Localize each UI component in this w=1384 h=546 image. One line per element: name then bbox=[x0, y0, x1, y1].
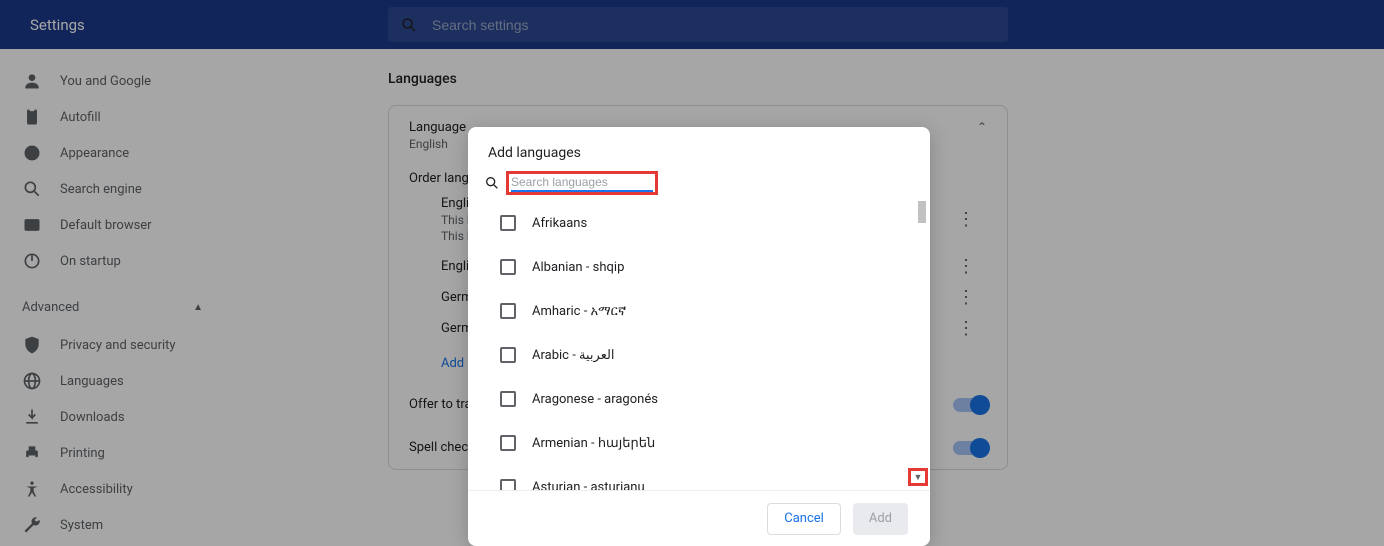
language-option-label: Arabic - العربية bbox=[532, 348, 615, 363]
checkbox[interactable] bbox=[500, 303, 516, 319]
search-icon bbox=[484, 175, 500, 191]
cancel-button[interactable]: Cancel bbox=[767, 503, 841, 535]
checkbox[interactable] bbox=[500, 347, 516, 363]
language-option[interactable]: Asturian - asturianu bbox=[500, 465, 930, 490]
add-languages-dialog: Add languages AfrikaansAlbanian - shqipA… bbox=[468, 127, 930, 546]
dialog-title: Add languages bbox=[468, 127, 930, 171]
language-option-label: Amharic - አማርኛ bbox=[532, 304, 626, 319]
language-option-label: Armenian - հայերեն bbox=[532, 436, 655, 451]
language-option[interactable]: Amharic - አማርኛ bbox=[500, 289, 930, 333]
checkbox[interactable] bbox=[500, 215, 516, 231]
language-option[interactable]: Armenian - հայերեն bbox=[500, 421, 930, 465]
dialog-footer: Cancel Add bbox=[468, 490, 930, 546]
language-option[interactable]: Albanian - shqip bbox=[500, 245, 930, 289]
search-highlight-box bbox=[506, 171, 658, 195]
language-option-label: Asturian - asturianu bbox=[532, 480, 645, 491]
language-option-label: Afrikaans bbox=[532, 216, 587, 231]
language-option[interactable]: Arabic - العربية bbox=[500, 333, 930, 377]
dialog-search-row bbox=[468, 171, 930, 201]
language-option-label: Albanian - shqip bbox=[532, 260, 624, 275]
checkbox[interactable] bbox=[500, 479, 516, 490]
add-button[interactable]: Add bbox=[853, 503, 908, 535]
language-option[interactable]: Aragonese - aragonés bbox=[500, 377, 930, 421]
scroll-thumb[interactable] bbox=[918, 201, 926, 223]
language-option[interactable]: Afrikaans bbox=[500, 201, 930, 245]
checkbox[interactable] bbox=[500, 435, 516, 451]
language-option-label: Aragonese - aragonés bbox=[532, 392, 658, 407]
language-list: Afrikaans Albanian - shqip Amharic - አማርኛ A… bbox=[468, 201, 930, 490]
checkbox[interactable] bbox=[500, 391, 516, 407]
language-search-input[interactable] bbox=[511, 175, 653, 192]
scroll-down-arrow[interactable]: ▼ bbox=[908, 468, 928, 486]
checkbox[interactable] bbox=[500, 259, 516, 275]
scrollbar[interactable]: ▼ bbox=[914, 201, 928, 490]
